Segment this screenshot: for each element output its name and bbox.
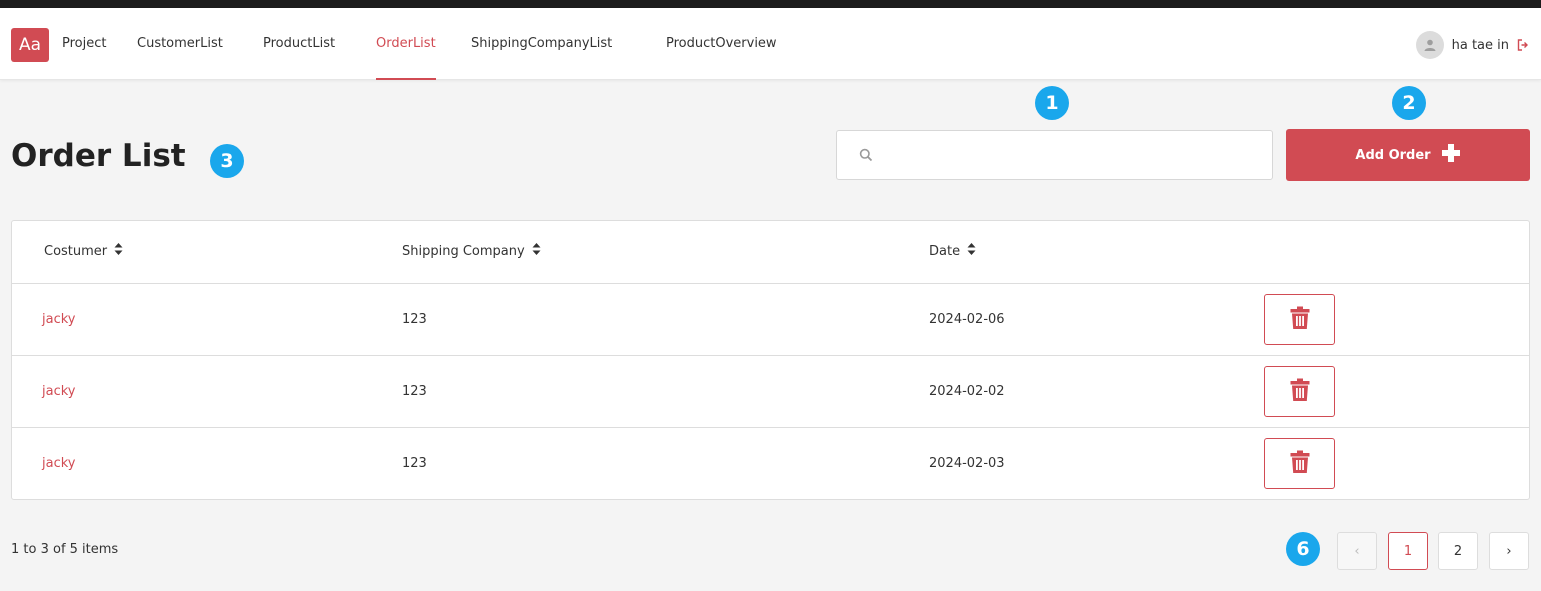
search-box[interactable]: [836, 130, 1273, 180]
pagination-prev-button[interactable]: ‹: [1337, 532, 1377, 570]
shipping-company-cell: 123: [402, 312, 427, 327]
nav-item-productoverview[interactable]: ProductOverview: [666, 36, 777, 80]
sort-icon: [114, 243, 123, 259]
add-order-button[interactable]: Add Order: [1286, 129, 1530, 181]
nav-item-productlist[interactable]: ProductList: [263, 36, 335, 80]
delete-button[interactable]: [1264, 366, 1335, 417]
delete-button[interactable]: [1264, 294, 1335, 345]
date-cell: 2024-02-06: [929, 312, 1005, 327]
customer-link[interactable]: jacky: [42, 384, 75, 399]
customer-link[interactable]: jacky: [42, 312, 75, 327]
sort-icon: [532, 243, 541, 259]
shipping-company-cell: 123: [402, 384, 427, 399]
shipping-company-cell: 123: [402, 456, 427, 471]
table-header: Costumer Shipping Company Date: [12, 221, 1529, 284]
page-title: Order List: [11, 138, 186, 174]
trash-icon: [1290, 378, 1310, 405]
sort-icon: [967, 243, 976, 259]
plus-icon: [1441, 143, 1461, 167]
column-header-costumer[interactable]: Costumer: [44, 243, 123, 259]
customer-link[interactable]: jacky: [42, 456, 75, 471]
orders-table: Costumer Shipping Company Date jacky 123…: [11, 220, 1530, 500]
table-row: jacky 123 2024-02-02: [12, 356, 1529, 428]
nav-item-orderlist[interactable]: OrderList: [376, 36, 436, 80]
trash-icon: [1290, 450, 1310, 477]
pagination-summary: 1 to 3 of 5 items: [11, 542, 119, 557]
nav-item-customerlist[interactable]: CustomerList: [137, 36, 223, 80]
trash-icon: [1290, 306, 1310, 333]
annotation-badge-2: 2: [1392, 86, 1426, 120]
annotation-badge-3: 3: [210, 144, 244, 178]
pagination-next-button[interactable]: ›: [1489, 532, 1529, 570]
top-navbar: Aa Project CustomerList ProductList Orde…: [0, 8, 1541, 80]
window-top-strip: [0, 0, 1541, 8]
search-icon: [859, 148, 873, 166]
add-order-label: Add Order: [1355, 147, 1431, 163]
delete-button[interactable]: [1264, 438, 1335, 489]
annotation-badge-1: 1: [1035, 86, 1069, 120]
app-logo[interactable]: Aa: [11, 28, 49, 62]
user-menu[interactable]: ha tae in: [1415, 30, 1529, 60]
nav-item-project[interactable]: Project: [62, 36, 106, 80]
annotation-badge-6: 6: [1286, 532, 1320, 566]
table-row: jacky 123 2024-02-03: [12, 428, 1529, 500]
search-input[interactable]: [885, 140, 1260, 170]
date-cell: 2024-02-02: [929, 384, 1005, 399]
pagination-page-1[interactable]: 1: [1388, 532, 1428, 570]
column-header-shipping-company[interactable]: Shipping Company: [402, 243, 541, 259]
column-header-date[interactable]: Date: [929, 243, 976, 259]
pagination-page-2[interactable]: 2: [1438, 532, 1478, 570]
date-cell: 2024-02-03: [929, 456, 1005, 471]
nav-item-shippingcompanylist[interactable]: ShippingCompanyList: [471, 36, 612, 80]
user-icon: [1415, 31, 1444, 59]
logout-icon[interactable]: [1517, 39, 1529, 51]
user-name: ha tae in: [1451, 37, 1509, 53]
table-row: jacky 123 2024-02-06: [12, 284, 1529, 356]
